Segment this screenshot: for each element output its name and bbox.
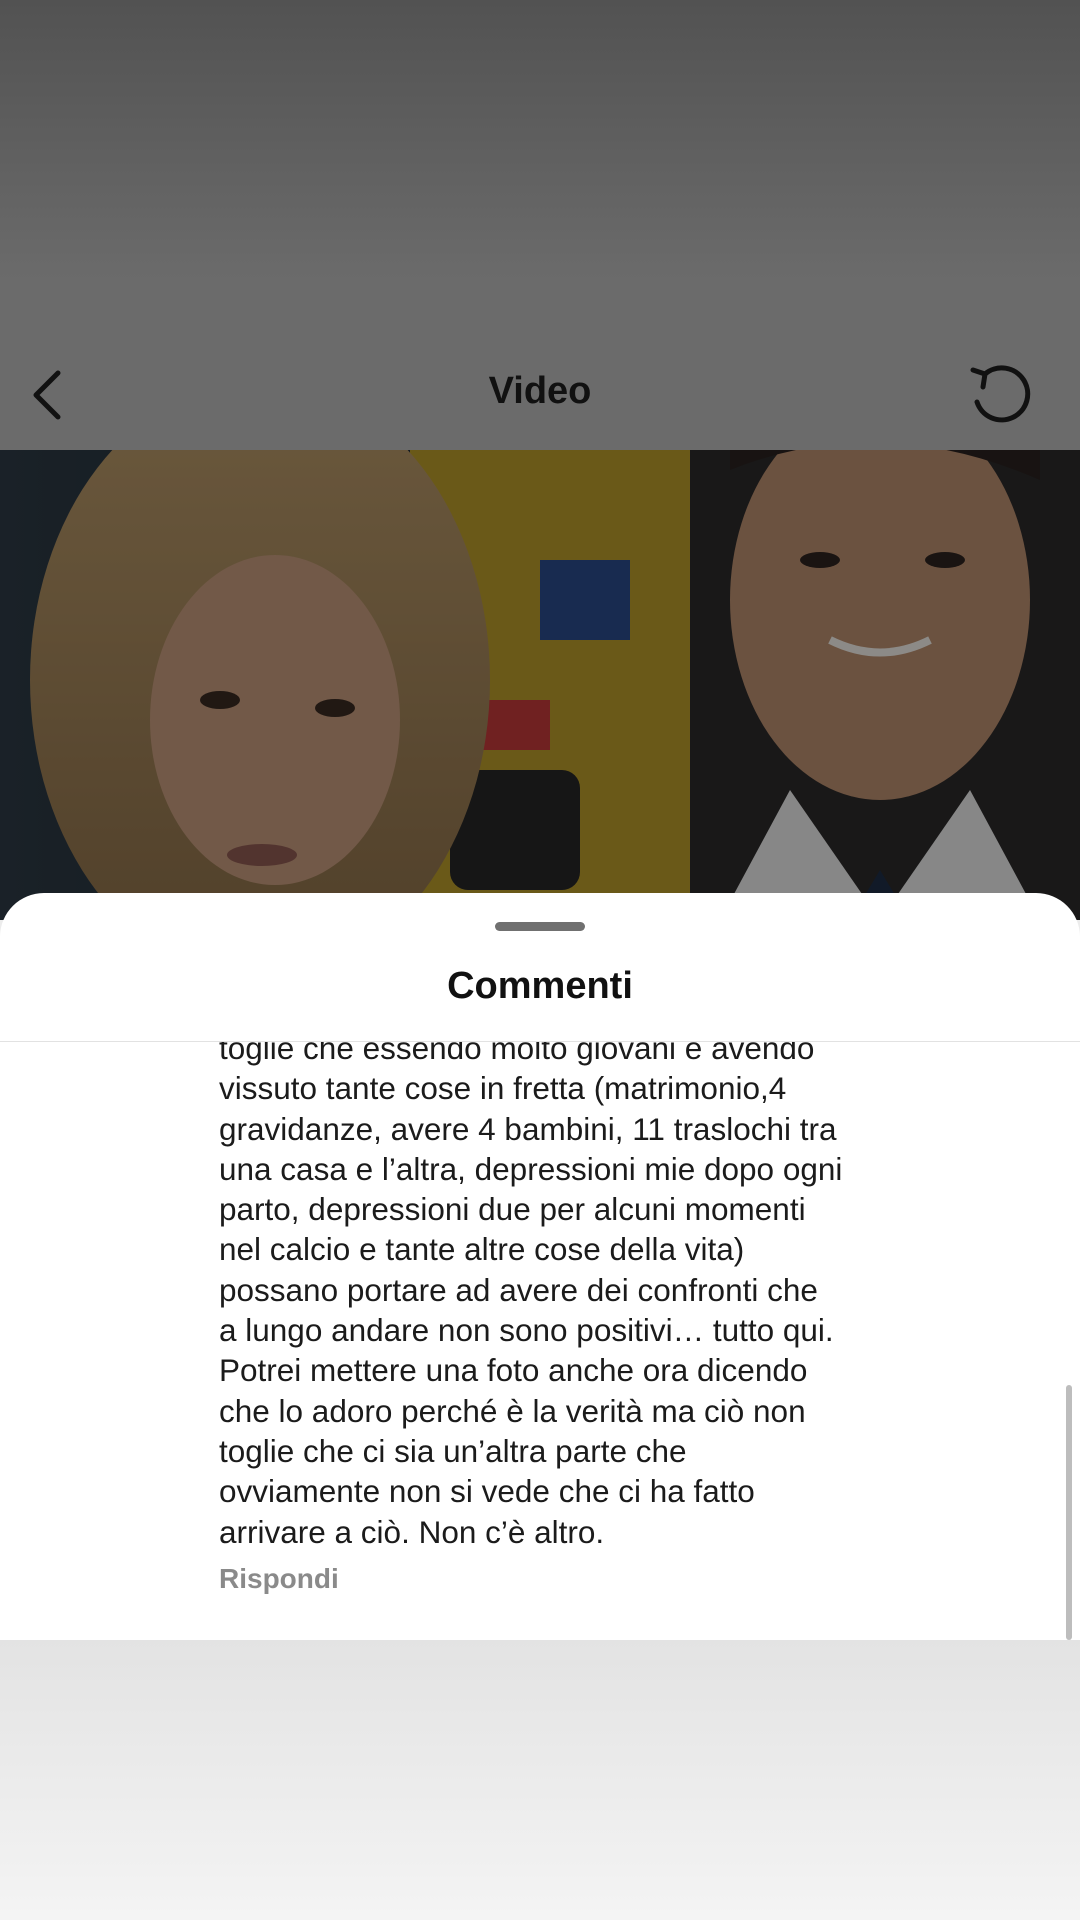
comments-sheet: Commenti toglie che essendo molto giovan… [0, 893, 1080, 1640]
page-title: Video [488, 370, 592, 412]
video-thumbnail-image [0, 450, 1080, 920]
nav-bar: Video [0, 280, 1080, 450]
status-bar-area [0, 0, 1080, 280]
rotate-ccw-icon [970, 365, 1031, 423]
comments-title: Commenti [447, 965, 633, 1007]
sheet-drag-handle[interactable] [495, 922, 585, 931]
scrollbar[interactable] [1066, 1385, 1072, 1640]
comment-text: toglie che essendo molto giovani e avend… [219, 1042, 843, 1550]
screen: Video Commenti toglie che essendo molto … [0, 0, 1080, 1920]
video-thumbnail[interactable] [0, 450, 1080, 920]
replay-button[interactable] [960, 360, 1040, 430]
bottom-area [0, 1640, 1080, 1920]
comments-list[interactable]: toglie che essendo molto giovani e avend… [0, 1042, 1080, 1640]
reply-button[interactable]: Rispondi [219, 1563, 339, 1595]
